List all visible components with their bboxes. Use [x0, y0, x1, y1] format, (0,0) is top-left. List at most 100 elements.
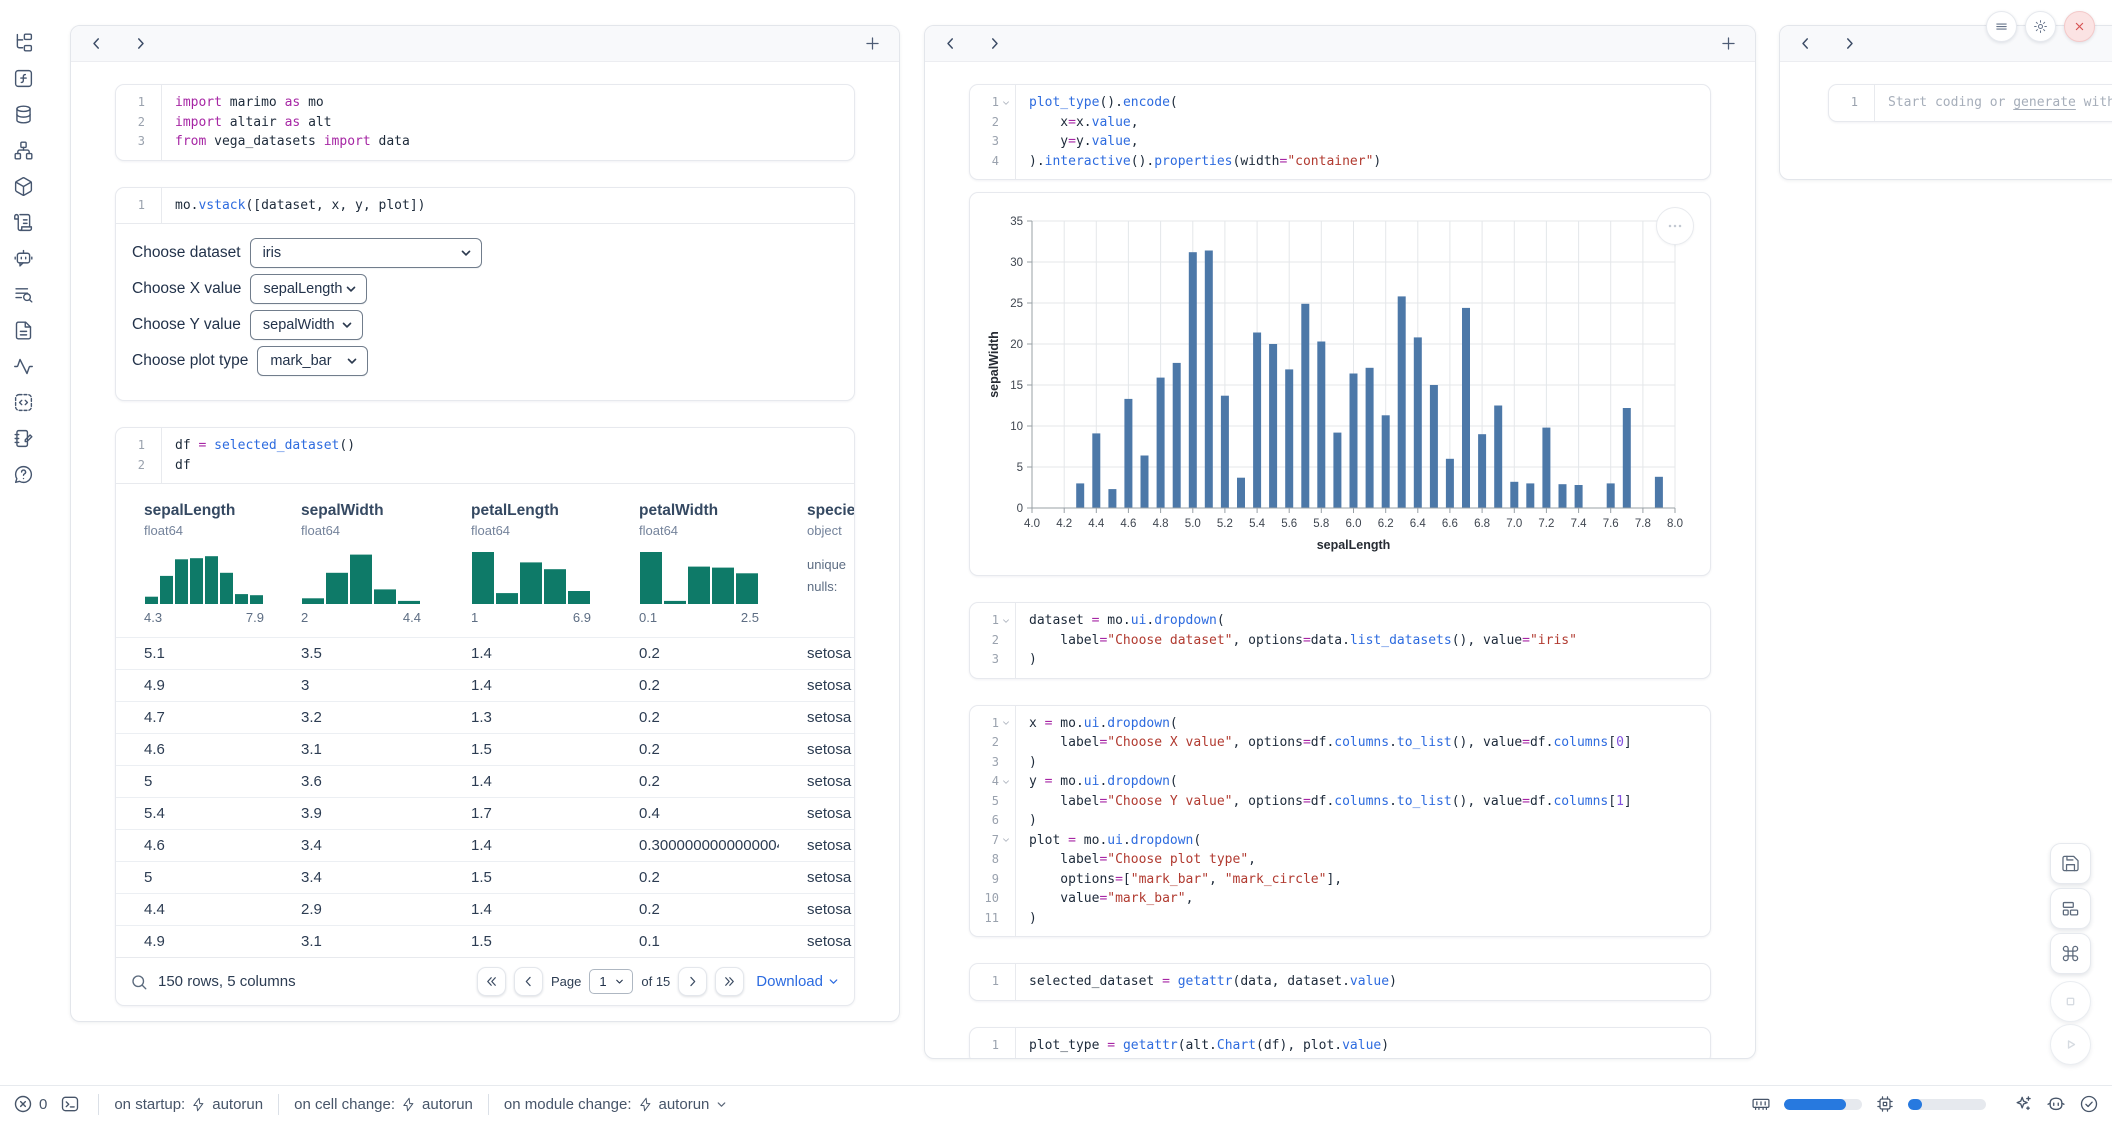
code-editor[interactable]: 1Start coding or generate with AI. [1829, 85, 2112, 121]
add-cell-button[interactable] [863, 34, 882, 53]
code-content[interactable]: import marimo as moimport altair as altf… [162, 85, 410, 160]
dropdown-select[interactable]: sepalLength [250, 274, 367, 304]
code-token: , options [1233, 794, 1303, 809]
rail-notebook-edit-button[interactable] [13, 428, 34, 449]
table-column-header[interactable]: petalLengthfloat6416.9 [443, 502, 611, 637]
search-icon[interactable] [130, 973, 148, 991]
ai-sparkles-button[interactable] [2013, 1094, 2033, 1114]
rail-script-scroll-button[interactable] [13, 212, 34, 233]
close-button[interactable] [2064, 11, 2095, 42]
chevron-down-icon [340, 318, 354, 332]
panel-forward-button[interactable] [132, 35, 149, 52]
code-editor[interactable]: 123dataset = mo.ui.dropdown( label="Choo… [970, 603, 1710, 678]
table-cell: 1.5 [443, 741, 611, 758]
rail-chat-bot-button[interactable] [13, 248, 34, 269]
dropdown-select[interactable]: iris [250, 238, 482, 268]
terminal-button[interactable] [60, 1094, 80, 1114]
download-button[interactable]: Download [756, 973, 840, 990]
code-content[interactable]: dataset = mo.ui.dropdown( label="Choose … [1016, 603, 1577, 678]
code-editor[interactable]: 1234567891011x = mo.ui.dropdown( label="… [970, 706, 1710, 937]
rail-package-button[interactable] [13, 176, 34, 197]
panel-back-button[interactable] [942, 35, 959, 52]
page-select[interactable]: 1 [589, 969, 633, 994]
fold-chevron-icon[interactable] [1001, 835, 1011, 845]
panel-back-button[interactable] [1797, 35, 1814, 52]
autorun-setting[interactable]: on startup:autorun [114, 1096, 263, 1113]
code-content[interactable]: x = mo.ui.dropdown( label="Choose X valu… [1016, 706, 1632, 937]
code-line: import marimo as mo [175, 93, 410, 113]
code-token: ui [1131, 613, 1147, 628]
rail-file-tree-button[interactable] [13, 32, 34, 53]
column-max: 2.5 [741, 610, 759, 625]
code-content[interactable]: selected_dataset = getattr(data, dataset… [1016, 964, 1397, 1000]
marimo-app: { "colors": { "hist": "#0e7a68", "bar": … [0, 0, 2112, 1122]
settings-button[interactable] [2025, 11, 2056, 42]
code-content[interactable]: plot_type = getattr(alt.Chart(df), plot.… [1016, 1028, 1389, 1060]
code-content[interactable]: plot_type().encode( x=x.value, y=y.value… [1016, 85, 1381, 179]
chart-actions-button[interactable] [1656, 207, 1694, 245]
fold-chevron-icon[interactable] [1001, 777, 1011, 787]
generate-with-ai-link[interactable]: generate [2013, 95, 2076, 110]
code-placeholder[interactable]: Start coding or generate with AI. [1875, 85, 2112, 121]
copilot-button[interactable] [2046, 1094, 2066, 1114]
line-number: 2 [992, 113, 999, 133]
copilot-icon [2046, 1094, 2066, 1114]
rail-help-chat-button[interactable] [13, 464, 34, 485]
code-token: = [1522, 794, 1530, 809]
code-token: "Choose dataset" [1107, 633, 1232, 648]
panel-back-button[interactable] [88, 35, 105, 52]
fold-chevron-icon[interactable] [1001, 98, 1011, 108]
code-content[interactable]: df = selected_dataset()df [162, 428, 355, 483]
prev-page-button[interactable] [514, 967, 543, 996]
code-editor[interactable]: 123import marimo as moimport altair as a… [116, 85, 854, 160]
connection-status-icon[interactable] [2079, 1094, 2099, 1114]
altair-bar-chart[interactable]: 4.04.24.44.64.85.05.25.45.65.86.06.26.46… [984, 207, 1696, 561]
rail-code-snippet-button[interactable] [13, 392, 34, 413]
document-icon [13, 320, 34, 341]
notebook-cell: 1selected_dataset = getattr(data, datase… [969, 963, 1711, 1001]
rail-activity-button[interactable] [13, 356, 34, 377]
dropdown-select[interactable]: mark_bar [257, 346, 368, 376]
autorun-setting[interactable]: on module change:autorun [504, 1096, 728, 1113]
fold-chevron-icon[interactable] [1001, 616, 1011, 626]
last-page-button[interactable] [715, 967, 744, 996]
panel-forward-button[interactable] [986, 35, 1003, 52]
table-column-header[interactable]: speciesobjectuniquenulls: [779, 502, 854, 637]
autorun-value: autorun [212, 1096, 263, 1113]
rail-document-button[interactable] [13, 320, 34, 341]
column-histogram [639, 552, 759, 604]
placeholder-text: Start coding or [1888, 95, 2013, 110]
autorun-setting[interactable]: on cell change:autorun [294, 1096, 473, 1113]
code-editor[interactable]: 1mo.vstack([dataset, x, y, plot]) [116, 188, 854, 224]
stop-button[interactable] [2050, 981, 2091, 1022]
errors-indicator[interactable]: 0 [13, 1094, 47, 1114]
rail-text-search-button[interactable] [13, 284, 34, 305]
panel-forward-button[interactable] [1841, 35, 1858, 52]
dropdown-select[interactable]: sepalWidth [250, 310, 363, 340]
svg-text:5.2: 5.2 [1217, 518, 1233, 530]
code-editor[interactable]: 1234plot_type().encode( x=x.value, y=y.v… [970, 85, 1710, 179]
save-button[interactable] [2050, 843, 2091, 884]
table-column-header[interactable]: petalWidthfloat640.12.5 [611, 502, 779, 637]
next-page-button[interactable] [678, 967, 707, 996]
rail-function-square-button[interactable] [13, 68, 34, 89]
add-cell-button[interactable] [1719, 34, 1738, 53]
table-column-header[interactable]: sepalLengthfloat644.37.9 [116, 502, 273, 637]
code-content[interactable]: mo.vstack([dataset, x, y, plot]) [162, 188, 425, 224]
gutter-line: 2 [970, 631, 1015, 651]
layout-button[interactable] [2050, 888, 2091, 929]
menu-button[interactable] [1986, 11, 2017, 42]
run-button[interactable] [2050, 1024, 2091, 1065]
code-editor[interactable]: 12df = selected_dataset()df [116, 428, 854, 483]
rail-database-button[interactable] [13, 104, 34, 125]
gutter-line: 3 [970, 132, 1015, 152]
code-editor[interactable]: 1selected_dataset = getattr(data, datase… [970, 964, 1710, 1000]
table-column-header[interactable]: sepalWidthfloat6424.4 [273, 502, 443, 637]
first-page-button[interactable] [477, 967, 506, 996]
rail-dependency-graph-button[interactable] [13, 140, 34, 161]
fold-chevron-icon[interactable] [1001, 718, 1011, 728]
code-editor[interactable]: 1plot_type = getattr(alt.Chart(df), plot… [970, 1028, 1710, 1060]
line-number: 2 [992, 631, 999, 651]
command-palette-button[interactable] [2050, 933, 2091, 974]
code-line: plot_type().encode( [1029, 93, 1381, 113]
